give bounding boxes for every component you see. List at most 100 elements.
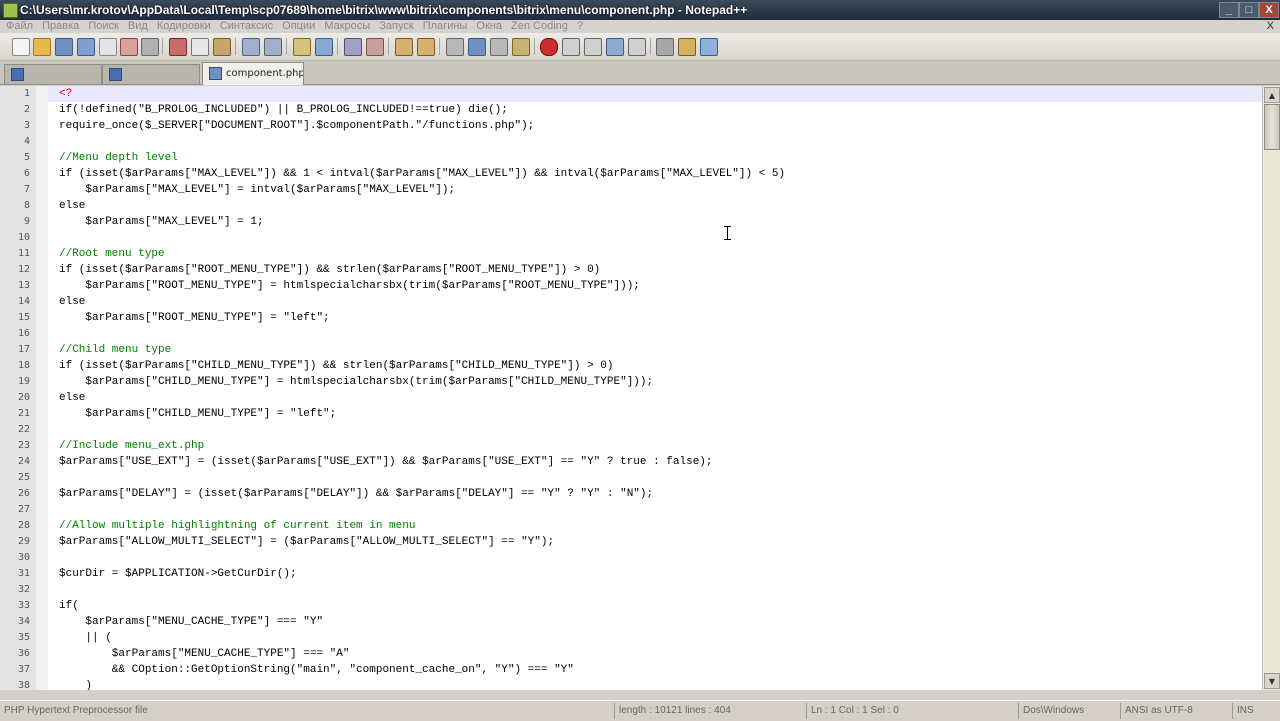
paste-icon[interactable] <box>213 38 231 56</box>
status-position: Ln : 1 Col : 1 Sel : 0 <box>806 703 1011 719</box>
code-line: $arParams["MAX_LEVEL"] = intval($arParam… <box>59 184 456 196</box>
zoom-in-icon[interactable] <box>344 38 362 56</box>
line-number: 32 <box>17 584 30 595</box>
line-number: 22 <box>17 424 30 435</box>
print-icon[interactable] <box>141 38 159 56</box>
save-all-icon[interactable] <box>77 38 95 56</box>
menu-options[interactable]: Опции <box>282 20 315 33</box>
menu-windows[interactable]: Окна <box>476 20 502 33</box>
line-number: 33 <box>17 600 30 611</box>
cut-icon[interactable] <box>169 38 187 56</box>
menu-file[interactable]: Файл <box>6 20 33 33</box>
close-file-icon[interactable] <box>99 38 117 56</box>
code-line: //Include menu_ext.php <box>59 440 205 452</box>
play-macro-icon[interactable] <box>584 38 602 56</box>
code-line: $arParams["CHILD_MENU_TYPE"] = htmlspeci… <box>59 376 654 388</box>
menu-macros[interactable]: Макросы <box>324 20 370 33</box>
code-editor[interactable]: <? if(!defined("B_PROLOG_INCLUDED") || B_… <box>48 86 1262 690</box>
record-macro-icon[interactable] <box>540 38 558 56</box>
tab-file-2[interactable] <box>102 64 200 84</box>
code-line: else <box>59 200 86 212</box>
word-wrap-icon[interactable] <box>446 38 464 56</box>
new-file-icon[interactable] <box>12 38 30 56</box>
save-icon[interactable] <box>55 38 73 56</box>
menu-bar: Файл Правка Поиск Вид Кодировки Синтакси… <box>0 20 1280 33</box>
maximize-button[interactable]: □ <box>1239 2 1259 18</box>
copy-icon[interactable] <box>191 38 209 56</box>
scroll-down-icon[interactable]: ▼ <box>1264 673 1280 689</box>
line-number: 15 <box>17 312 30 323</box>
check-icon[interactable] <box>700 38 718 56</box>
user-language-icon[interactable] <box>512 38 530 56</box>
find-icon[interactable] <box>293 38 311 56</box>
code-line: $arParams["CHILD_MENU_TYPE"] = "left"; <box>59 408 337 420</box>
plugin-icon[interactable] <box>656 38 674 56</box>
file-icon <box>11 67 24 81</box>
menu-search[interactable]: Поиск <box>88 20 118 33</box>
zoom-out-icon[interactable] <box>366 38 384 56</box>
indent-guide-icon[interactable] <box>490 38 508 56</box>
replace-icon[interactable] <box>315 38 333 56</box>
status-bar: PHP Hypertext Preprocessor file length :… <box>0 700 1280 721</box>
sync-horizontal-icon[interactable] <box>417 38 435 56</box>
close-document-icon[interactable]: X <box>1267 20 1274 33</box>
status-mode: INS <box>1232 703 1277 719</box>
line-number: 4 <box>23 136 30 147</box>
sync-vertical-icon[interactable] <box>395 38 413 56</box>
tab-file-1[interactable] <box>4 64 102 84</box>
menu-zen-coding[interactable]: Zen Coding <box>511 20 568 33</box>
tab-component-php[interactable]: component.php <box>202 62 304 85</box>
menu-plugins[interactable]: Плагины <box>423 20 468 33</box>
line-number: 36 <box>17 648 30 659</box>
code-line: //Child menu type <box>59 344 172 356</box>
minimize-button[interactable]: _ <box>1219 2 1239 18</box>
line-number: 11 <box>17 248 30 259</box>
line-number: 31 <box>17 568 30 579</box>
line-number: 21 <box>17 408 30 419</box>
fold-margin <box>36 86 48 690</box>
line-number: 29 <box>17 536 30 547</box>
code-line: if (isset($arParams["MAX_LEVEL"]) && 1 <… <box>59 168 786 180</box>
close-all-icon[interactable] <box>120 38 138 56</box>
scroll-up-icon[interactable]: ▲ <box>1264 87 1280 103</box>
line-number: 16 <box>17 328 30 339</box>
scroll-thumb[interactable] <box>1264 104 1280 150</box>
status-eol: Dos\Windows <box>1018 703 1115 719</box>
line-number: 20 <box>17 392 30 403</box>
status-file-type: PHP Hypertext Preprocessor file <box>4 705 148 716</box>
toolbar-separator <box>162 38 163 55</box>
line-number: 7 <box>23 184 30 195</box>
menu-run[interactable]: Запуск <box>379 20 413 33</box>
save-macro-icon[interactable] <box>628 38 646 56</box>
menu-help[interactable]: ? <box>577 20 583 33</box>
menu-syntax[interactable]: Синтаксис <box>220 20 273 33</box>
run-macro-multiple-icon[interactable] <box>606 38 624 56</box>
line-number: 13 <box>17 280 30 291</box>
folder-icon[interactable] <box>678 38 696 56</box>
line-number: 38 <box>17 680 30 690</box>
show-all-characters-icon[interactable] <box>468 38 486 56</box>
line-number: 5 <box>23 152 30 163</box>
code-line: $curDir = $APPLICATION->GetCurDir(); <box>59 568 297 580</box>
menu-encoding[interactable]: Кодировки <box>157 20 211 33</box>
code-line: $arParams["MENU_CACHE_TYPE"] === "Y" <box>59 616 324 628</box>
code-line: //Root menu type <box>59 248 165 260</box>
line-number: 35 <box>17 632 30 643</box>
menu-edit[interactable]: Правка <box>42 20 79 33</box>
open-file-icon[interactable] <box>33 38 51 56</box>
code-line: && COption::GetOptionString("main", "com… <box>59 664 574 676</box>
line-number: 2 <box>23 104 30 115</box>
window-title: C:\Users\mr.krotov\AppData\Local\Temp\sc… <box>20 3 748 17</box>
code-line: || ( <box>59 632 112 644</box>
code-line: $arParams["ROOT_MENU_TYPE"] = "left"; <box>59 312 330 324</box>
vertical-scrollbar[interactable]: ▲ ▼ <box>1262 86 1280 690</box>
undo-icon[interactable] <box>242 38 260 56</box>
stop-macro-icon[interactable] <box>562 38 580 56</box>
menu-view[interactable]: Вид <box>128 20 148 33</box>
line-number: 26 <box>17 488 30 499</box>
close-button[interactable]: X <box>1259 2 1279 18</box>
line-number: 23 <box>17 440 30 451</box>
redo-icon[interactable] <box>264 38 282 56</box>
file-icon <box>209 66 222 80</box>
line-number: 9 <box>23 216 30 227</box>
